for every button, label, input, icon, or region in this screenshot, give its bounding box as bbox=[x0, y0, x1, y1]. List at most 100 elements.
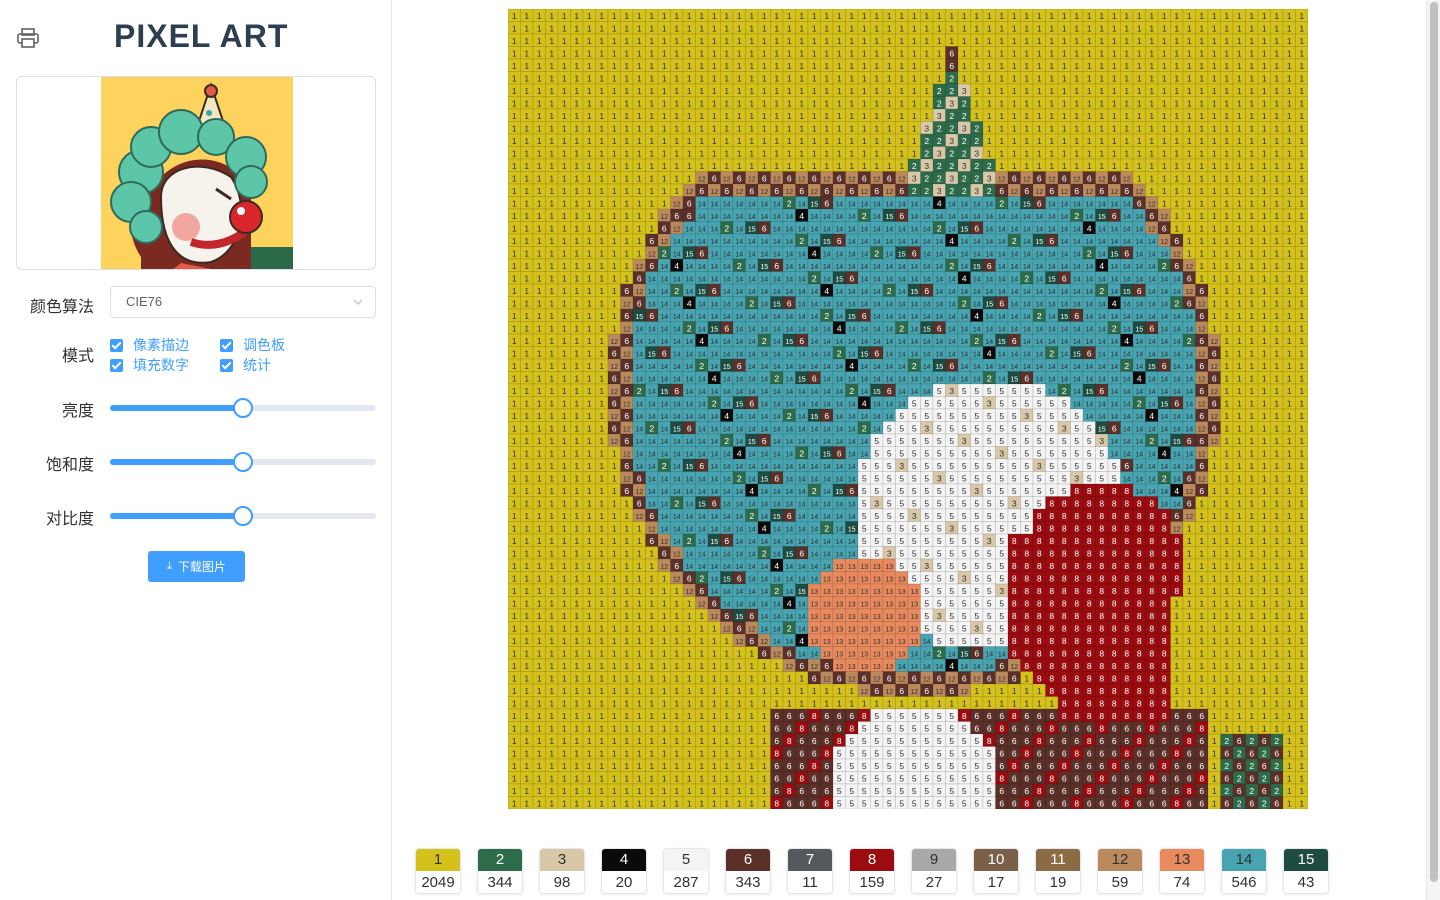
pixel-grid[interactable]: 1111111111111111111111111111111111111111… bbox=[508, 9, 1308, 809]
brightness-slider[interactable] bbox=[110, 405, 376, 411]
pixel-number: 1 bbox=[549, 448, 554, 458]
pixel-number: 14 bbox=[1148, 426, 1156, 433]
pixel-number: 14 bbox=[935, 376, 943, 383]
pixel-number: 1 bbox=[1199, 211, 1204, 221]
slider-handle[interactable] bbox=[233, 452, 253, 472]
pixel-number: 14 bbox=[635, 414, 643, 421]
pixel-number: 14 bbox=[923, 364, 931, 371]
pixel-number: 5 bbox=[1062, 448, 1067, 458]
pixel-number: 1 bbox=[1112, 98, 1117, 108]
checkbox-statistics[interactable]: 统计 bbox=[220, 355, 271, 375]
printer-icon[interactable] bbox=[16, 27, 40, 49]
pixel-number: 1 bbox=[1299, 461, 1304, 471]
pixel-number: 1 bbox=[749, 136, 754, 146]
pixel-number: 14 bbox=[998, 264, 1006, 271]
pixel-number: 14 bbox=[710, 364, 718, 371]
pixel-number: 1 bbox=[1199, 123, 1204, 133]
pixel-number: 14 bbox=[748, 414, 756, 421]
pixel-number: 1 bbox=[1174, 23, 1179, 33]
pixel-number: 1 bbox=[524, 236, 529, 246]
pixel-number: 1 bbox=[1062, 36, 1067, 46]
pixel-number: 1 bbox=[974, 111, 979, 121]
pixel-number: 14 bbox=[1135, 351, 1143, 358]
pixel-number: 1 bbox=[999, 36, 1004, 46]
pixel-number: 14 bbox=[673, 376, 681, 383]
pixel-number: 6 bbox=[1124, 248, 1129, 258]
pixel-number: 1 bbox=[887, 86, 892, 96]
checkbox-palette[interactable]: 调色板 bbox=[220, 335, 285, 355]
pixel-number: 1 bbox=[637, 248, 642, 258]
pixel-number: 1 bbox=[724, 11, 729, 21]
pixel-number: 1 bbox=[549, 198, 554, 208]
download-button[interactable]: ⤓ 下载图片 bbox=[148, 551, 245, 582]
pixel-number: 1 bbox=[762, 123, 767, 133]
pixel-number: 1 bbox=[1224, 361, 1229, 371]
pixel-number: 1 bbox=[649, 86, 654, 96]
pixel-number: 1 bbox=[1187, 86, 1192, 96]
slider-handle[interactable] bbox=[233, 398, 253, 418]
pixel-number: 6 bbox=[1212, 398, 1217, 408]
pixel-number: 1 bbox=[1299, 173, 1304, 183]
pixel-number: 15 bbox=[648, 351, 656, 358]
contrast-slider[interactable] bbox=[110, 513, 376, 519]
pixel-number: 1 bbox=[837, 11, 842, 21]
pixel-number: 12 bbox=[623, 326, 631, 333]
pixel-number: 5 bbox=[1012, 486, 1017, 496]
pixel-number: 2 bbox=[962, 148, 967, 158]
pixel-number: 1 bbox=[712, 98, 717, 108]
algorithm-select[interactable]: CIE76 bbox=[110, 286, 376, 318]
pixel-number: 1 bbox=[637, 98, 642, 108]
pixel-number: 5 bbox=[874, 473, 879, 483]
pixel-number: 1 bbox=[1274, 373, 1279, 383]
pixel-number: 14 bbox=[1135, 426, 1143, 433]
pixel-number: 1 bbox=[1074, 111, 1079, 121]
pixel-number: 1 bbox=[799, 48, 804, 58]
pixel-number: 14 bbox=[1098, 301, 1106, 308]
pixel-number: 1 bbox=[1249, 98, 1254, 108]
pixel-number: 14 bbox=[648, 389, 656, 396]
pixel-number: 1 bbox=[1249, 161, 1254, 171]
pixel-number: 1 bbox=[1012, 61, 1017, 71]
pixel-number: 4 bbox=[849, 361, 854, 371]
mode-label: 模式 bbox=[16, 342, 94, 366]
source-image-preview[interactable] bbox=[16, 76, 376, 270]
pixel-number: 14 bbox=[823, 364, 831, 371]
pixel-number: 1 bbox=[987, 86, 992, 96]
pixel-number: 1 bbox=[674, 186, 679, 196]
pixel-number: 14 bbox=[698, 264, 706, 271]
pixel-number: 1 bbox=[512, 298, 517, 308]
pixel-number: 14 bbox=[748, 314, 756, 321]
pixel-number: 14 bbox=[673, 339, 681, 346]
pixel-number: 1 bbox=[1162, 48, 1167, 58]
pixel-number: 1 bbox=[587, 73, 592, 83]
pixel-number: 6 bbox=[824, 198, 829, 208]
saturation-slider[interactable] bbox=[110, 459, 376, 465]
pixel-number: 14 bbox=[1048, 339, 1056, 346]
pixel-number: 1 bbox=[1262, 248, 1267, 258]
pixel-number: 1 bbox=[562, 111, 567, 121]
pixel-number: 1 bbox=[837, 136, 842, 146]
pixel-number: 1 bbox=[1212, 98, 1217, 108]
pixel-number: 1 bbox=[512, 123, 517, 133]
pixel-number: 1 bbox=[1237, 436, 1242, 446]
checkbox-pixel-outline[interactable]: 像素描边 bbox=[110, 335, 189, 355]
pixel-number: 14 bbox=[648, 439, 656, 446]
pixel-number: 14 bbox=[960, 264, 968, 271]
pixel-number: 1 bbox=[562, 361, 567, 371]
pixel-number: 1 bbox=[587, 248, 592, 258]
pixel-number: 1 bbox=[1287, 211, 1292, 221]
pixel-number: 1 bbox=[1287, 361, 1292, 371]
pixel-number: 1 bbox=[1187, 23, 1192, 33]
pixel-number: 14 bbox=[985, 251, 993, 258]
slider-handle[interactable] bbox=[233, 506, 253, 526]
pixel-number: 1 bbox=[1149, 73, 1154, 83]
pixel-number: 14 bbox=[1035, 351, 1043, 358]
pixel-number: 14 bbox=[810, 389, 818, 396]
pixel-number: 1 bbox=[524, 448, 529, 458]
pixel-number: 1 bbox=[599, 123, 604, 133]
pixel-number: 1 bbox=[1224, 436, 1229, 446]
pixel-number: 15 bbox=[1085, 389, 1093, 396]
checkbox-fill-numbers[interactable]: 填充数字 bbox=[110, 355, 189, 375]
pixel-number: 1 bbox=[574, 273, 579, 283]
pixel-number: 1 bbox=[524, 398, 529, 408]
